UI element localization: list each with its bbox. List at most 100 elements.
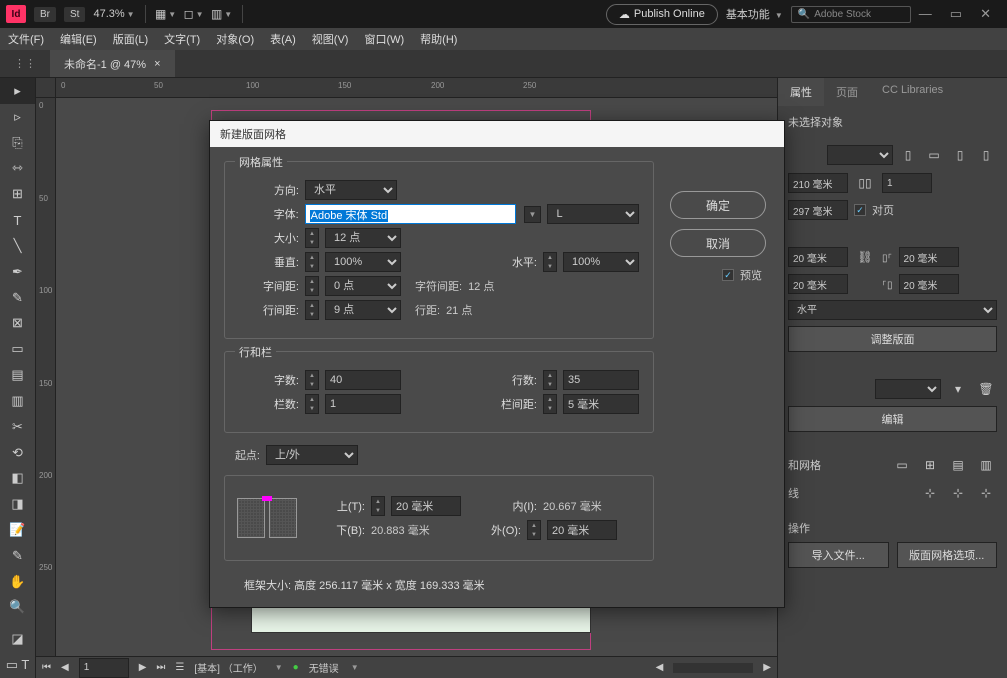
first-page-icon[interactable]: ⏮ (42, 662, 51, 673)
menu-help[interactable]: 帮助(H) (420, 31, 457, 47)
size-spinner[interactable]: ▲▼ (305, 228, 319, 248)
last-page-icon[interactable]: ⏭ (156, 662, 165, 673)
import-file-button[interactable]: 导入文件... (788, 542, 889, 568)
zoom-tool[interactable]: 🔍 (0, 595, 35, 621)
line-aki-input[interactable]: 9 点 (325, 300, 401, 320)
delete-preset-icon[interactable]: 🗑 (975, 378, 997, 400)
chars-spinner[interactable]: ▲▼ (305, 370, 319, 390)
font-dropdown-icon[interactable]: ▼ (524, 206, 542, 223)
horizontal-scrollbar[interactable] (673, 663, 753, 673)
eyedropper-tool[interactable]: ✎ (0, 543, 35, 569)
open-icon[interactable]: ☰ (175, 662, 184, 673)
cols-spinner[interactable]: ▲▼ (305, 394, 319, 414)
orientation-portrait-icon[interactable]: ▯ (897, 144, 919, 166)
vertical-spinner[interactable]: ▲▼ (305, 252, 319, 272)
type-tool[interactable]: T (0, 207, 35, 233)
screen-mode-toggle[interactable]: ▭ T (0, 652, 35, 678)
rectangle-frame-tool[interactable]: ⊠ (0, 310, 35, 336)
menu-type[interactable]: 文字(T) (164, 31, 200, 47)
layout-grid-options-button[interactable]: 版面网格选项... (897, 542, 998, 568)
guides-icon[interactable]: ⊹ (919, 482, 941, 504)
smart-guides-icon[interactable]: ⊹ (947, 482, 969, 504)
tab-cc-libraries[interactable]: CC Libraries (870, 78, 955, 106)
orientation-landscape-icon[interactable]: ▭ (923, 144, 945, 166)
binding-rtl-icon[interactable]: ▯ (975, 144, 997, 166)
horizontal-scale-input[interactable]: 100% (563, 252, 639, 272)
menu-layout[interactable]: 版面(L) (113, 31, 148, 47)
ok-button[interactable]: 确定 (670, 191, 766, 219)
publish-online-button[interactable]: ☁ Publish Online (606, 4, 718, 25)
page-size-preset[interactable] (827, 145, 893, 165)
scroll-right-icon[interactable]: ▶ (763, 662, 771, 673)
menu-window[interactable]: 窗口(W) (364, 31, 404, 47)
edit-button[interactable]: 编辑 (788, 406, 997, 432)
height-input[interactable] (788, 200, 848, 220)
pen-tool[interactable]: ✒ (0, 259, 35, 285)
page-count-input[interactable] (882, 173, 932, 193)
workspace-switcher[interactable]: 基本功能 ▼ (726, 6, 783, 22)
gutter-input[interactable] (563, 394, 639, 414)
snap-guides-icon[interactable]: ⊹ (975, 482, 997, 504)
horizontal-spinner[interactable]: ▲▼ (543, 252, 557, 272)
zoom-level[interactable]: 47.3%▼ (93, 8, 134, 20)
window-close[interactable]: ✕ (980, 6, 991, 22)
origin-select[interactable]: 上/外 (266, 445, 358, 465)
width-input[interactable] (788, 173, 848, 193)
tab-pages[interactable]: 页面 (824, 78, 870, 106)
scissors-tool[interactable]: ✂ (0, 414, 35, 440)
direction-select[interactable]: 水平 (788, 300, 997, 320)
cancel-button[interactable]: 取消 (670, 229, 766, 257)
vertical-scale-input[interactable]: 100% (325, 252, 401, 272)
document-tab[interactable]: 未命名-1 @ 47% × (50, 50, 175, 77)
screen-mode-icon[interactable]: ◻▼ (184, 5, 204, 23)
baseline-grid-icon[interactable]: ▤ (947, 454, 969, 476)
save-preset-icon[interactable]: ▾ (947, 378, 969, 400)
window-maximize[interactable]: ▭ (950, 6, 962, 22)
frame-edges-icon[interactable]: ▭ (891, 454, 913, 476)
hand-tool[interactable]: ✋ (0, 569, 35, 595)
menu-object[interactable]: 对象(O) (216, 31, 254, 47)
gap-tool[interactable]: ⇿ (0, 155, 35, 181)
char-aki-input[interactable]: 0 点 (325, 276, 401, 296)
lines-input[interactable] (563, 370, 639, 390)
window-minimize[interactable]: — (919, 6, 932, 22)
adobe-stock-search[interactable]: 🔍 Adobe Stock (791, 6, 911, 23)
char-aki-spinner[interactable]: ▲▼ (305, 276, 319, 296)
note-tool[interactable]: 📝 (0, 517, 35, 543)
margin-inside-input[interactable] (899, 247, 959, 267)
line-aki-spinner[interactable]: ▲▼ (305, 300, 319, 320)
scroll-left-icon[interactable]: ◀ (656, 662, 664, 673)
rectangle-tool[interactable]: ▭ (0, 336, 35, 362)
direction-select[interactable]: 水平 (305, 180, 397, 200)
bridge-button[interactable]: Br (34, 7, 56, 22)
preflight-status[interactable]: 无错误 (309, 660, 339, 675)
tab-close-icon[interactable]: × (154, 58, 160, 70)
layout-grid-icon[interactable]: ▥ (975, 454, 997, 476)
next-page-icon[interactable]: ▶ (139, 662, 147, 673)
gradient-swatch-tool[interactable]: ◧ (0, 465, 35, 491)
margin-outside-input[interactable] (899, 274, 959, 294)
size-input[interactable]: 12 点 (325, 228, 401, 248)
tab-properties[interactable]: 属性 (778, 78, 824, 106)
lines-spinner[interactable]: ▲▼ (543, 370, 557, 390)
vertical-grid-tool[interactable]: ▥ (0, 388, 35, 414)
top-input[interactable] (391, 496, 461, 516)
line-tool[interactable]: ╲ (0, 233, 35, 259)
gutter-spinner[interactable]: ▲▼ (543, 394, 557, 414)
font-style-select[interactable]: L (547, 204, 639, 224)
ruler-origin[interactable] (36, 78, 56, 98)
stock-button[interactable]: St (64, 7, 85, 22)
top-spinner[interactable]: ▲▼ (371, 496, 385, 516)
arrange-icon[interactable]: ▥▼ (212, 5, 232, 23)
menu-table[interactable]: 表(A) (270, 31, 296, 47)
preview-checkbox[interactable]: ✓ (722, 269, 734, 281)
selection-tool[interactable]: ▸ (0, 78, 35, 104)
prev-page-icon[interactable]: ◀ (61, 662, 69, 673)
view-options-icon[interactable]: ▦▼ (156, 5, 176, 23)
binding-ltr-icon[interactable]: ▯ (949, 144, 971, 166)
font-family-input[interactable]: Adobe 宋体 Std (305, 204, 516, 224)
content-collector-tool[interactable]: ⊞ (0, 181, 35, 207)
direct-selection-tool[interactable]: ▹ (0, 104, 35, 130)
outside-input[interactable] (547, 520, 617, 540)
outside-spinner[interactable]: ▲▼ (527, 520, 541, 540)
